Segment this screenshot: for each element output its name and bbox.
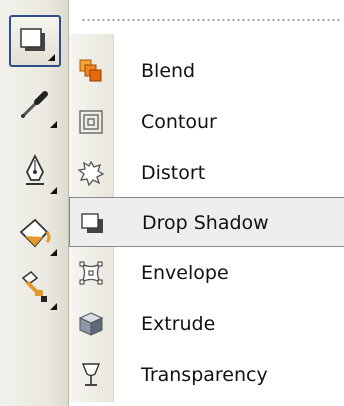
menu-item-transparency[interactable]: Transparency [69, 350, 344, 400]
interactive-tool-button[interactable] [9, 15, 61, 67]
drop-shadow-icon [81, 213, 103, 233]
blend-icon [79, 59, 102, 82]
flyout-arrow-icon [50, 121, 57, 128]
flyout-arrow-icon [50, 303, 57, 310]
menu-item-envelope[interactable]: Envelope [69, 248, 344, 298]
eyedropper-tool-button[interactable] [9, 80, 61, 132]
menu-item-distort[interactable]: Distort [69, 148, 344, 198]
menu-item-contour[interactable]: Contour [69, 97, 344, 147]
flyout-arrow-icon [50, 187, 57, 194]
interactive-fill-tool-button[interactable] [9, 262, 61, 314]
menu-item-label: Blend [141, 60, 196, 82]
menu-item-extrude[interactable]: Extrude [69, 299, 344, 349]
menu-item-drop-shadow[interactable]: Drop Shadow [69, 197, 344, 247]
menu-item-label: Contour [141, 111, 217, 133]
flyout-arrow-icon [50, 249, 57, 256]
contour-icon [79, 110, 103, 134]
menu-item-label: Drop Shadow [142, 212, 269, 234]
outline-tool-button[interactable] [9, 146, 61, 198]
interactive-tools-flyout: Blend Contour Distort Drop Shadow Envelo… [68, 0, 344, 406]
toolbox [0, 0, 69, 406]
transparency-icon [81, 363, 101, 386]
flyout-arrow-icon [48, 54, 55, 61]
menu-item-label: Extrude [141, 313, 216, 335]
menu-item-label: Envelope [141, 262, 229, 284]
menu-item-blend[interactable]: Blend [69, 46, 344, 96]
fill-tool-button[interactable] [9, 208, 61, 260]
extrude-icon [78, 312, 104, 336]
envelope-icon [79, 261, 103, 285]
flyout-grip[interactable] [81, 18, 341, 22]
menu-item-label: Transparency [141, 364, 268, 386]
menu-item-label: Distort [141, 162, 206, 184]
distort-icon [77, 160, 105, 187]
